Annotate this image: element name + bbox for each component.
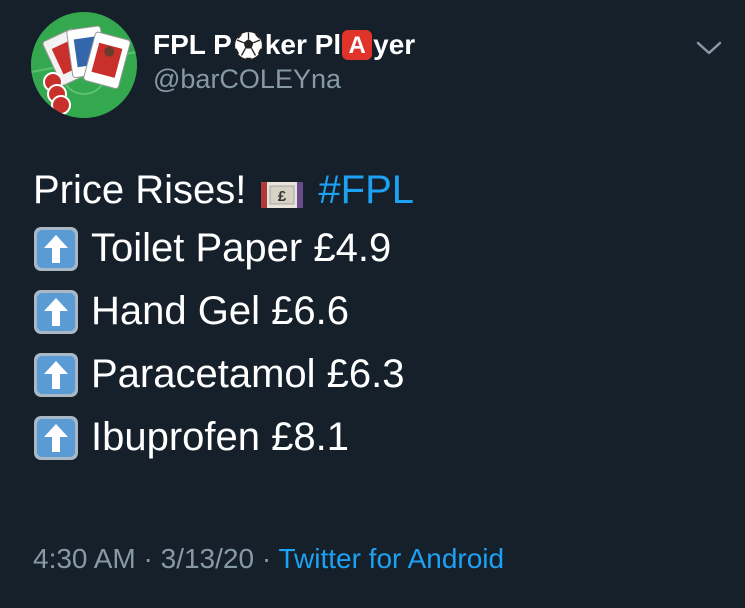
display-name-part: ker Pl bbox=[264, 29, 342, 60]
item-text: Hand Gel £6.6 bbox=[91, 289, 349, 333]
tweet-source-link[interactable]: Twitter for Android bbox=[278, 543, 504, 574]
item-text: Paracetamol £6.3 bbox=[91, 352, 405, 396]
tweet-meta: 4:30 AM · 3/13/20 · Twitter for Android bbox=[33, 543, 504, 575]
item-text: Ibuprofen £8.1 bbox=[91, 415, 349, 459]
up-arrow-icon bbox=[33, 415, 79, 461]
playing-cards-avatar-icon bbox=[31, 12, 137, 118]
svg-text:£: £ bbox=[278, 188, 287, 205]
soccer-ball-icon bbox=[233, 30, 264, 61]
up-arrow-icon bbox=[33, 226, 79, 272]
up-arrow-icon bbox=[33, 289, 79, 335]
money-note-icon: £ bbox=[260, 175, 304, 208]
tweet-text: Price Rises! £ #FPL Toilet Paper £4.9 Ha… bbox=[33, 163, 733, 469]
list-item: Hand Gel £6.6 bbox=[33, 280, 733, 343]
display-name-part: yer bbox=[373, 29, 416, 60]
meta-separator: · bbox=[143, 543, 153, 574]
display-name[interactable]: FPL P ker Pl A yer bbox=[153, 26, 415, 64]
display-name-part: FPL P bbox=[153, 29, 232, 60]
list-item: Toilet Paper £4.9 bbox=[33, 217, 733, 280]
chevron-down-icon[interactable] bbox=[694, 36, 724, 60]
list-item: Ibuprofen £8.1 bbox=[33, 406, 733, 469]
tweet-date[interactable]: 3/13/20 bbox=[161, 543, 254, 574]
meta-separator: · bbox=[261, 543, 272, 574]
up-arrow-icon bbox=[33, 352, 79, 398]
tweet-intro-line: Price Rises! £ #FPL bbox=[33, 163, 733, 217]
avatar[interactable] bbox=[31, 12, 137, 118]
hashtag-link[interactable]: #FPL bbox=[318, 168, 414, 213]
list-item: Paracetamol £6.3 bbox=[33, 343, 733, 406]
tweet-card: FPL P ker Pl A yer @barCOLEYna Price Ris… bbox=[0, 0, 745, 608]
tweet-time[interactable]: 4:30 AM bbox=[33, 543, 136, 574]
intro-text: Price Rises! bbox=[33, 167, 247, 212]
letter-a-icon: A bbox=[342, 30, 373, 60]
user-handle[interactable]: @barCOLEYna bbox=[153, 64, 341, 95]
item-text: Toilet Paper £4.9 bbox=[91, 226, 392, 270]
